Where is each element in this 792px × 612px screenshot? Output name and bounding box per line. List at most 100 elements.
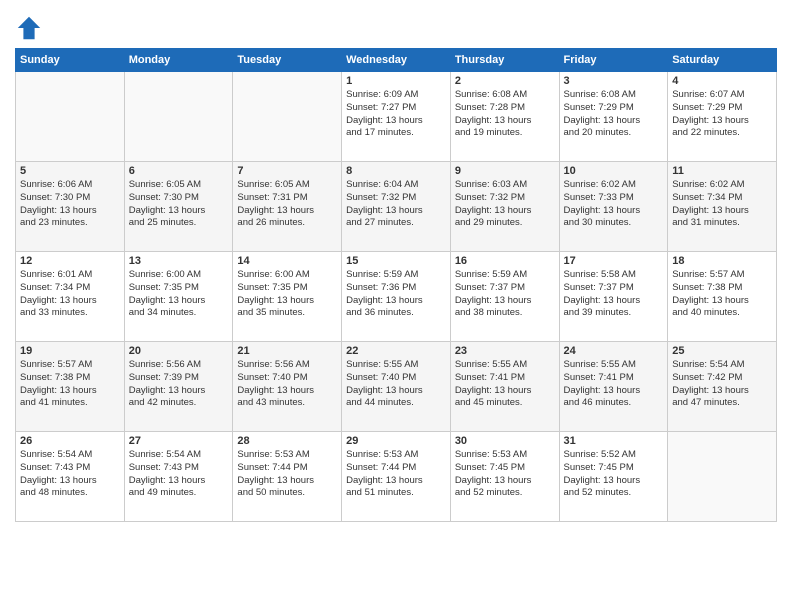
day-number: 25: [672, 345, 772, 357]
week-row-2: 5 Sunrise: 6:06 AM Sunset: 7:30 PM Daylig…: [16, 162, 777, 252]
day-number: 27: [129, 435, 229, 447]
calendar-cell: 2Sunrise: 6:08 AM Sunset: 7:28 PM Daylig…: [450, 72, 559, 162]
day-info: Sunrise: 6:04 AM Sunset: 7:32 PM Dayligh…: [346, 179, 446, 230]
calendar-cell: 23 Sunrise: 5:55 AM Sunset: 7:41 PM Dayli…: [450, 342, 559, 432]
day-number: 4: [672, 75, 772, 87]
day-info: Sunrise: 6:02 AM Sunset: 7:34 PM Dayligh…: [672, 179, 772, 230]
calendar-cell: 7 Sunrise: 6:05 AM Sunset: 7:31 PM Daylig…: [233, 162, 342, 252]
day-number: 20: [129, 345, 229, 357]
calendar-cell: 29Sunrise: 5:53 AM Sunset: 7:44 PM Dayli…: [342, 432, 451, 522]
day-number: 11: [672, 165, 772, 177]
day-info: Sunrise: 5:57 AM Sunset: 7:38 PM Dayligh…: [20, 359, 120, 410]
day-number: 30: [455, 435, 555, 447]
day-info: Sunrise: 6:07 AM Sunset: 7:29 PM Dayligh…: [672, 89, 772, 140]
day-info: Sunrise: 6:05 AM Sunset: 7:30 PM Dayligh…: [129, 179, 229, 230]
day-info: Sunrise: 6:01 AM Sunset: 7:34 PM Dayligh…: [20, 269, 120, 320]
day-info: Sunrise: 5:54 AM Sunset: 7:43 PM Dayligh…: [20, 449, 120, 500]
day-number: 17: [564, 255, 664, 267]
day-number: 13: [129, 255, 229, 267]
day-number: 9: [455, 165, 555, 177]
day-info: Sunrise: 6:00 AM Sunset: 7:35 PM Dayligh…: [237, 269, 337, 320]
calendar-cell: [233, 72, 342, 162]
calendar-cell: 28Sunrise: 5:53 AM Sunset: 7:44 PM Dayli…: [233, 432, 342, 522]
calendar-cell: [124, 72, 233, 162]
days-header-row: SundayMondayTuesdayWednesdayThursdayFrid…: [16, 49, 777, 72]
day-info: Sunrise: 6:02 AM Sunset: 7:33 PM Dayligh…: [564, 179, 664, 230]
day-info: Sunrise: 5:56 AM Sunset: 7:39 PM Dayligh…: [129, 359, 229, 410]
day-header-friday: Friday: [559, 49, 668, 72]
day-info: Sunrise: 5:55 AM Sunset: 7:41 PM Dayligh…: [455, 359, 555, 410]
calendar-cell: 24 Sunrise: 5:55 AM Sunset: 7:41 PM Dayli…: [559, 342, 668, 432]
calendar-cell: 14 Sunrise: 6:00 AM Sunset: 7:35 PM Dayli…: [233, 252, 342, 342]
day-info: Sunrise: 5:55 AM Sunset: 7:40 PM Dayligh…: [346, 359, 446, 410]
day-info: Sunrise: 6:08 AM Sunset: 7:29 PM Dayligh…: [564, 89, 664, 140]
day-info: Sunrise: 6:06 AM Sunset: 7:30 PM Dayligh…: [20, 179, 120, 230]
calendar-cell: 3 Sunrise: 6:08 AM Sunset: 7:29 PM Daylig…: [559, 72, 668, 162]
calendar-cell: [668, 432, 777, 522]
calendar-cell: 25 Sunrise: 5:54 AM Sunset: 7:42 PM Dayli…: [668, 342, 777, 432]
day-info: Sunrise: 5:58 AM Sunset: 7:37 PM Dayligh…: [564, 269, 664, 320]
day-number: 18: [672, 255, 772, 267]
day-number: 7: [237, 165, 337, 177]
day-info: Sunrise: 5:53 AM Sunset: 7:45 PM Dayligh…: [455, 449, 555, 500]
calendar-cell: 20 Sunrise: 5:56 AM Sunset: 7:39 PM Dayli…: [124, 342, 233, 432]
day-number: 23: [455, 345, 555, 357]
day-number: 3: [564, 75, 664, 87]
day-number: 21: [237, 345, 337, 357]
calendar-cell: 18Sunrise: 5:57 AM Sunset: 7:38 PM Dayli…: [668, 252, 777, 342]
day-header-monday: Monday: [124, 49, 233, 72]
calendar-cell: 22 Sunrise: 5:55 AM Sunset: 7:40 PM Dayli…: [342, 342, 451, 432]
calendar-cell: 26Sunrise: 5:54 AM Sunset: 7:43 PM Dayli…: [16, 432, 125, 522]
day-number: 31: [564, 435, 664, 447]
day-number: 24: [564, 345, 664, 357]
day-info: Sunrise: 6:00 AM Sunset: 7:35 PM Dayligh…: [129, 269, 229, 320]
day-number: 14: [237, 255, 337, 267]
week-row-5: 26Sunrise: 5:54 AM Sunset: 7:43 PM Dayli…: [16, 432, 777, 522]
day-number: 16: [455, 255, 555, 267]
week-row-1: 1Sunrise: 6:09 AM Sunset: 7:27 PM Daylig…: [16, 72, 777, 162]
calendar-cell: 19 Sunrise: 5:57 AM Sunset: 7:38 PM Dayli…: [16, 342, 125, 432]
calendar-cell: 11 Sunrise: 6:02 AM Sunset: 7:34 PM Dayli…: [668, 162, 777, 252]
day-number: 2: [455, 75, 555, 87]
day-number: 22: [346, 345, 446, 357]
day-info: Sunrise: 5:52 AM Sunset: 7:45 PM Dayligh…: [564, 449, 664, 500]
day-number: 10: [564, 165, 664, 177]
calendar-cell: 8Sunrise: 6:04 AM Sunset: 7:32 PM Daylig…: [342, 162, 451, 252]
day-info: Sunrise: 5:54 AM Sunset: 7:43 PM Dayligh…: [129, 449, 229, 500]
logo: [15, 14, 47, 42]
day-info: Sunrise: 5:53 AM Sunset: 7:44 PM Dayligh…: [237, 449, 337, 500]
calendar-cell: 16 Sunrise: 5:59 AM Sunset: 7:37 PM Dayli…: [450, 252, 559, 342]
calendar-cell: 31 Sunrise: 5:52 AM Sunset: 7:45 PM Dayli…: [559, 432, 668, 522]
day-info: Sunrise: 5:53 AM Sunset: 7:44 PM Dayligh…: [346, 449, 446, 500]
day-header-saturday: Saturday: [668, 49, 777, 72]
day-number: 19: [20, 345, 120, 357]
calendar-cell: 4 Sunrise: 6:07 AM Sunset: 7:29 PM Daylig…: [668, 72, 777, 162]
calendar-cell: [16, 72, 125, 162]
day-header-sunday: Sunday: [16, 49, 125, 72]
day-info: Sunrise: 5:56 AM Sunset: 7:40 PM Dayligh…: [237, 359, 337, 410]
calendar-cell: 15Sunrise: 5:59 AM Sunset: 7:36 PM Dayli…: [342, 252, 451, 342]
day-info: Sunrise: 6:03 AM Sunset: 7:32 PM Dayligh…: [455, 179, 555, 230]
calendar-cell: 17 Sunrise: 5:58 AM Sunset: 7:37 PM Dayli…: [559, 252, 668, 342]
day-number: 15: [346, 255, 446, 267]
day-info: Sunrise: 6:09 AM Sunset: 7:27 PM Dayligh…: [346, 89, 446, 140]
calendar-cell: 27 Sunrise: 5:54 AM Sunset: 7:43 PM Dayli…: [124, 432, 233, 522]
day-number: 5: [20, 165, 120, 177]
day-info: Sunrise: 6:05 AM Sunset: 7:31 PM Dayligh…: [237, 179, 337, 230]
day-info: Sunrise: 5:59 AM Sunset: 7:37 PM Dayligh…: [455, 269, 555, 320]
day-number: 6: [129, 165, 229, 177]
week-row-3: 12Sunrise: 6:01 AM Sunset: 7:34 PM Dayli…: [16, 252, 777, 342]
calendar-cell: 21 Sunrise: 5:56 AM Sunset: 7:40 PM Dayli…: [233, 342, 342, 432]
calendar-cell: 12Sunrise: 6:01 AM Sunset: 7:34 PM Dayli…: [16, 252, 125, 342]
day-info: Sunrise: 5:54 AM Sunset: 7:42 PM Dayligh…: [672, 359, 772, 410]
calendar-cell: 13 Sunrise: 6:00 AM Sunset: 7:35 PM Dayli…: [124, 252, 233, 342]
day-info: Sunrise: 5:55 AM Sunset: 7:41 PM Dayligh…: [564, 359, 664, 410]
calendar-table: SundayMondayTuesdayWednesdayThursdayFrid…: [15, 48, 777, 522]
calendar-cell: 5 Sunrise: 6:06 AM Sunset: 7:30 PM Daylig…: [16, 162, 125, 252]
day-header-tuesday: Tuesday: [233, 49, 342, 72]
page-header: [15, 10, 777, 42]
logo-icon: [15, 14, 43, 42]
calendar-cell: 1Sunrise: 6:09 AM Sunset: 7:27 PM Daylig…: [342, 72, 451, 162]
calendar-cell: 6 Sunrise: 6:05 AM Sunset: 7:30 PM Daylig…: [124, 162, 233, 252]
calendar-cell: 10 Sunrise: 6:02 AM Sunset: 7:33 PM Dayli…: [559, 162, 668, 252]
